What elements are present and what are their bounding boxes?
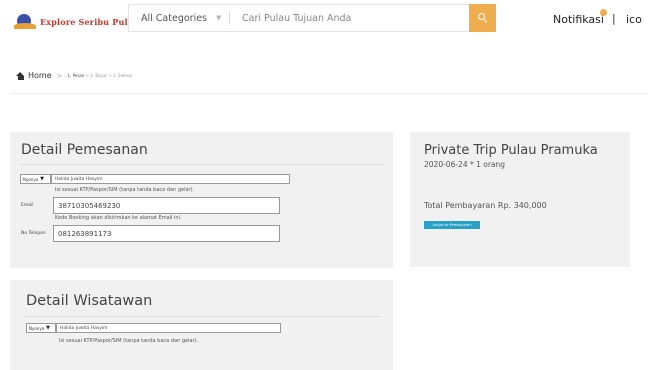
trip-summary-card: Private Trip Pulau Pramuka 2020-06-24 * … <box>410 132 630 267</box>
category-select[interactable]: All Categories ▼ <box>129 5 229 31</box>
traveler-details-title: Detail Wisatawan <box>26 293 153 309</box>
notifications-link[interactable]: Notifikasi <box>553 13 604 26</box>
trip-title: Private Trip Pulau Pramuka <box>424 143 598 158</box>
notification-dot-icon <box>600 9 607 16</box>
full-name-input[interactable]: Halida Juwita Hasyim <box>51 174 290 184</box>
title-select-value: Nyonya <box>23 176 39 182</box>
home-icon <box>16 71 25 80</box>
search-input[interactable] <box>230 5 469 31</box>
chevron-down-icon: ▼ <box>40 176 45 182</box>
logo[interactable]: Explore Seribu Pulau <box>14 9 139 35</box>
logo-icon <box>14 13 36 31</box>
traveler-details-rule <box>24 316 381 317</box>
title-select[interactable]: Nyonya ▼ <box>20 174 51 184</box>
search-icon <box>477 13 488 24</box>
order-details-rule <box>20 164 383 165</box>
step-bayar: 2. Bayar <box>90 73 108 78</box>
chevron-down-icon: ▼ <box>216 14 222 22</box>
step-selesai: 3. Selesai <box>112 73 133 78</box>
header-rule <box>10 93 648 94</box>
checkout-steps: 1. Pesan > 2. Bayar > 3. Selesai <box>67 73 133 78</box>
chevron-down-icon: ▼ <box>46 325 51 331</box>
logo-text: Explore Seribu Pulau <box>40 17 140 27</box>
trip-date: 2020-06-24 * 1 orang <box>424 160 506 169</box>
search-bar: All Categories ▼ <box>128 4 496 32</box>
ico-link[interactable]: ico <box>626 13 642 26</box>
continue-to-payment-button[interactable]: Lanjut ke Pembayaran <box>424 221 480 229</box>
header-divider: | <box>612 12 616 25</box>
traveler-name-input[interactable]: Halida Juwita Hasyim <box>56 323 281 333</box>
order-details-title: Detail Pemesanan <box>21 142 148 158</box>
order-details-card: Detail Pemesanan Nyonya ▼ Halida Juwita … <box>10 132 393 268</box>
category-label: All Categories <box>141 12 208 24</box>
email-label: Email <box>21 203 34 208</box>
traveler-title-select[interactable]: Nyonya ▼ <box>26 323 56 333</box>
breadcrumb: Home > 1. Pesan > 2. Bayar > 3. Selesai <box>16 71 132 80</box>
total-payment: Total Pembayaran Rp. 340,000 <box>424 201 547 210</box>
traveler-details-card: Detail Wisatawan Nyonya ▼ Halida Juwita … <box>10 280 393 370</box>
traveler-title-select-value: Nyonya <box>29 325 45 331</box>
traveler-name-hint: Isi sesuai KTP/Paspor/SIM (tanpa tanda b… <box>59 338 199 344</box>
email-input[interactable]: 38710305469230 <box>53 197 280 214</box>
search-button[interactable] <box>469 4 496 32</box>
name-hint: Isi sesuai KTP/Paspor/SIM (tanpa tanda b… <box>55 187 195 193</box>
breadcrumb-home[interactable]: Home <box>28 71 52 80</box>
phone-label: No Telepon <box>21 231 46 236</box>
step-pesan: 1. Pesan <box>67 73 85 78</box>
breadcrumb-separator: > <box>56 71 63 80</box>
phone-input[interactable]: 081263891173 <box>53 225 280 242</box>
email-hint: Kode Booking akan dikirimkan ke alamat E… <box>55 215 182 221</box>
